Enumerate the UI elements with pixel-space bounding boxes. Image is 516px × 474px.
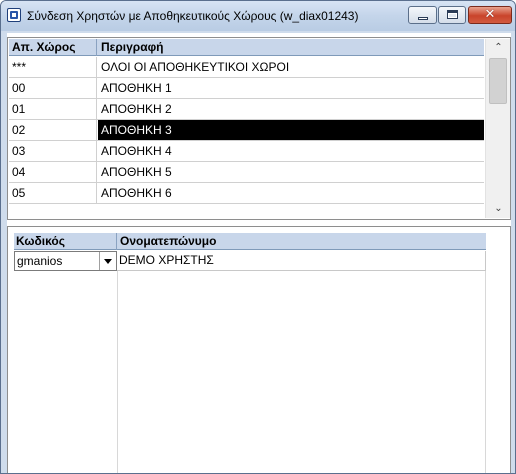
- storage-code-cell[interactable]: ***: [9, 57, 97, 77]
- maximize-icon: [447, 10, 458, 19]
- description-cell[interactable]: ΑΠΟΘΗΚΗ 6: [98, 183, 484, 203]
- storage-code-cell[interactable]: 05: [9, 183, 97, 203]
- table-row[interactable]: 04 ΑΠΟΘΗΚΗ 5: [9, 162, 484, 183]
- column-header-description[interactable]: Περιγραφή: [98, 39, 484, 56]
- column-header-storage-code[interactable]: Απ. Χώρος: [9, 39, 97, 56]
- column-header-user-code[interactable]: Κωδικός: [14, 233, 117, 250]
- app-icon[interactable]: [7, 8, 21, 22]
- description-cell[interactable]: ΑΠΟΘΗΚΗ 3: [98, 120, 484, 140]
- description-cell[interactable]: ΑΠΟΘΗΚΗ 1: [98, 78, 484, 98]
- dropdown-arrow-icon[interactable]: [99, 252, 116, 270]
- client-area: Απ. Χώρος Περιγραφή *** ΟΛΟΙ ΟΙ ΑΠΟΘΗΚΕΥ…: [7, 33, 511, 473]
- minimize-icon: [418, 17, 428, 20]
- scroll-up-button[interactable]: ⌃: [486, 39, 511, 57]
- storage-code-cell[interactable]: 00: [9, 78, 97, 98]
- scrollbar-thumb[interactable]: [489, 58, 507, 104]
- scroll-down-button[interactable]: ⌄: [486, 200, 511, 218]
- description-cell[interactable]: ΟΛΟΙ ΟΙ ΑΠΟΘΗΚΕΥΤΙΚΟΙ ΧΩΡΟΙ: [98, 57, 484, 77]
- chevron-up-icon: ⌃: [494, 42, 503, 53]
- table-row[interactable]: 00 ΑΠΟΘΗΚΗ 1: [9, 78, 484, 99]
- storage-grid: Απ. Χώρος Περιγραφή *** ΟΛΟΙ ΟΙ ΑΠΟΘΗΚΕΥ…: [7, 37, 511, 220]
- chevron-down-icon: ⌄: [494, 203, 503, 214]
- vertical-scrollbar[interactable]: ⌃ ⌄: [485, 39, 510, 218]
- description-cell[interactable]: ΑΠΟΘΗΚΗ 5: [98, 162, 484, 182]
- column-header-full-name[interactable]: Ονοματεπώνυμο: [118, 233, 486, 250]
- table-row[interactable]: gmanios DEMO ΧΡΗΣΤΗΣ: [14, 251, 486, 271]
- user-code-value: gmanios: [17, 254, 63, 268]
- table-row[interactable]: *** ΟΛΟΙ ΟΙ ΑΠΟΘΗΚΕΥΤΙΚΟΙ ΧΩΡΟΙ: [9, 57, 484, 78]
- storage-code-cell[interactable]: 04: [9, 162, 97, 182]
- users-grid-viewport: Κωδικός Ονοματεπώνυμο gmanios DEMO ΧΡΗΣΤ…: [14, 233, 486, 473]
- full-name-cell[interactable]: DEMO ΧΡΗΣΤΗΣ: [118, 251, 486, 271]
- table-row[interactable]: 05 ΑΠΟΘΗΚΗ 6: [9, 183, 484, 204]
- close-icon: ✕: [484, 7, 496, 22]
- title-bar[interactable]: Σύνδεση Χρηστών με Αποθηκευτικούς Χώρους…: [1, 1, 515, 31]
- column-divider: [485, 271, 486, 473]
- close-button[interactable]: ✕: [468, 6, 512, 24]
- description-cell[interactable]: ΑΠΟΘΗΚΗ 4: [98, 141, 484, 161]
- maximize-button[interactable]: [438, 6, 466, 24]
- storage-code-cell[interactable]: 03: [9, 141, 97, 161]
- table-row[interactable]: 03 ΑΠΟΘΗΚΗ 4: [9, 141, 484, 162]
- users-grid: Κωδικός Ονοματεπώνυμο gmanios DEMO ΧΡΗΣΤ…: [7, 226, 511, 473]
- table-row-selected[interactable]: 02 ΑΠΟΘΗΚΗ 3: [9, 120, 484, 141]
- column-divider: [117, 271, 118, 473]
- user-code-dropdown[interactable]: gmanios: [14, 251, 117, 271]
- description-cell[interactable]: ΑΠΟΘΗΚΗ 2: [98, 99, 484, 119]
- storage-grid-viewport: Απ. Χώρος Περιγραφή *** ΟΛΟΙ ΟΙ ΑΠΟΘΗΚΕΥ…: [9, 39, 484, 218]
- table-row[interactable]: 01 ΑΠΟΘΗΚΗ 2: [9, 99, 484, 120]
- window-title: Σύνδεση Χρηστών με Αποθηκευτικούς Χώρους…: [27, 9, 359, 23]
- minimize-button[interactable]: [408, 6, 437, 24]
- users-grid-header: Κωδικός Ονοματεπώνυμο: [14, 233, 486, 250]
- storage-code-cell[interactable]: 02: [9, 120, 97, 140]
- storage-grid-header: Απ. Χώρος Περιγραφή: [9, 39, 484, 56]
- main-window: Σύνδεση Χρηστών με Αποθηκευτικούς Χώρους…: [0, 0, 516, 474]
- storage-code-cell[interactable]: 01: [9, 99, 97, 119]
